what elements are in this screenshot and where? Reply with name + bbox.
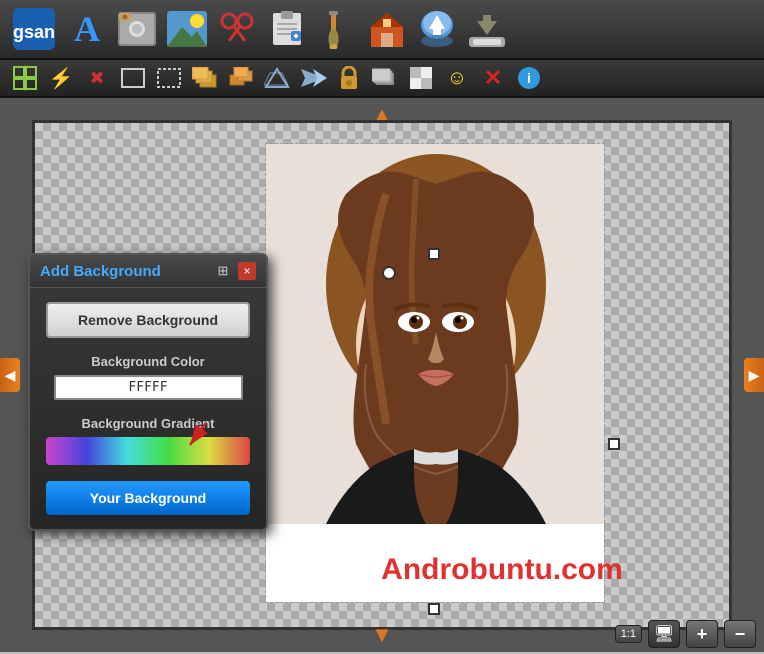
checkerboard-icon[interactable] xyxy=(404,63,438,93)
selection-handle-top-center[interactable] xyxy=(428,248,440,260)
layers-icon[interactable] xyxy=(368,63,402,93)
scissors-icon[interactable] xyxy=(214,6,260,52)
svg-text:i: i xyxy=(527,70,531,86)
grid-icon[interactable] xyxy=(8,63,42,93)
bottom-controls: 1:1 🖥 + − xyxy=(615,620,756,648)
panel-close-button[interactable]: × xyxy=(238,262,256,280)
download-icon[interactable] xyxy=(464,6,510,52)
landscape-icon[interactable] xyxy=(164,6,210,52)
photo-tool-icon[interactable] xyxy=(114,6,160,52)
rect-icon[interactable] xyxy=(116,63,150,93)
panel-grid-icon[interactable]: ⊞ xyxy=(214,262,232,280)
home-icon[interactable] xyxy=(364,6,410,52)
panel-header: Add Background ⊞ × xyxy=(30,255,266,288)
gradient-bar[interactable] xyxy=(46,437,250,465)
text-tool-icon[interactable]: A xyxy=(64,6,110,52)
zoom-in-button[interactable]: + xyxy=(686,620,718,648)
triangle-icon[interactable] xyxy=(260,63,294,93)
arrow-bottom[interactable]: ▼ xyxy=(371,622,393,648)
ratio-button[interactable]: 1:1 xyxy=(615,625,642,643)
bg-color-input[interactable] xyxy=(54,375,243,400)
upload-icon[interactable] xyxy=(414,6,460,52)
arrow-send-icon[interactable] xyxy=(296,63,330,93)
cross-red-icon[interactable]: ✖ xyxy=(80,63,114,93)
stack2-icon[interactable] xyxy=(224,63,258,93)
lock-icon[interactable] xyxy=(332,63,366,93)
panel-title: Add Background xyxy=(40,263,161,280)
selection-handle-bottom-center[interactable] xyxy=(428,603,440,615)
selection-handle-right-center[interactable] xyxy=(608,438,620,450)
gradient-section xyxy=(46,437,250,465)
remove-background-button[interactable]: Remove Background xyxy=(46,302,250,338)
top-toolbar: gsan A xyxy=(0,0,764,60)
person-area xyxy=(265,143,605,603)
zoom-out-button[interactable]: − xyxy=(724,620,756,648)
rotate-handle[interactable] xyxy=(382,266,396,280)
monitor-button[interactable]: 🖥 xyxy=(648,620,680,648)
lightning-icon[interactable]: ⚡ xyxy=(44,63,78,93)
logo-icon[interactable]: gsan xyxy=(8,6,60,52)
svg-text:gsan: gsan xyxy=(13,22,55,42)
bg-gradient-label: Background Gradient xyxy=(46,416,250,431)
your-background-button[interactable]: Your Background xyxy=(46,481,250,515)
panel-body: Remove Background Background Color Backg… xyxy=(30,288,266,529)
clipboard-icon[interactable] xyxy=(264,6,310,52)
smiley-icon[interactable]: ☺ xyxy=(440,63,474,93)
add-background-panel: Add Background ⊞ × Remove Background Bac… xyxy=(28,253,268,531)
bg-color-label: Background Color xyxy=(46,354,250,369)
x-red-icon[interactable]: ✕ xyxy=(476,63,510,93)
panel-header-icons: ⊞ × xyxy=(214,262,256,280)
arrow-right[interactable]: ▶ xyxy=(744,358,764,392)
info-icon[interactable]: i xyxy=(512,63,546,93)
dashed-rect-icon[interactable] xyxy=(152,63,186,93)
stack-icon[interactable] xyxy=(188,63,222,93)
bg-color-input-wrapper xyxy=(46,375,250,400)
second-toolbar: ⚡ ✖ xyxy=(0,60,764,98)
arrow-left[interactable]: ◀ xyxy=(0,358,20,392)
main-canvas-area: ▲ xyxy=(0,98,764,652)
paintbrush-icon[interactable] xyxy=(314,6,360,52)
